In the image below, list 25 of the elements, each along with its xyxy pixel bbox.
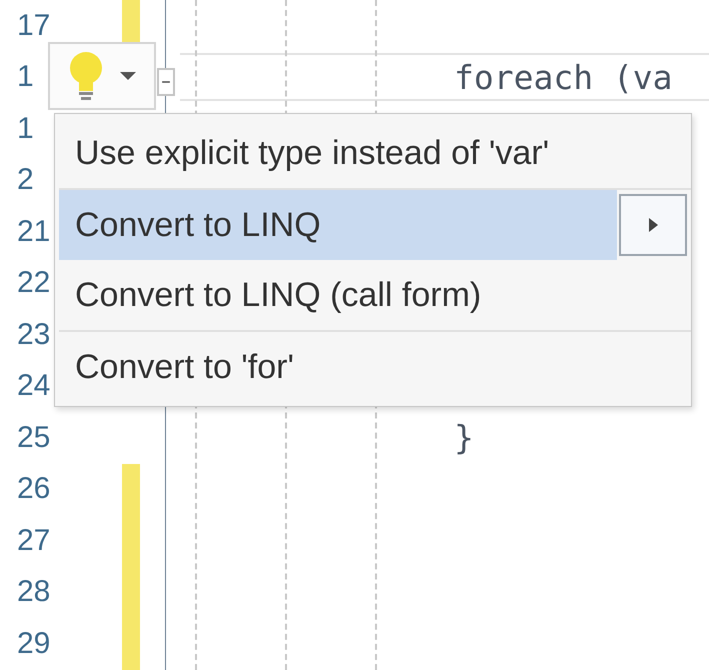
menu-item[interactable]: Convert to 'for' (59, 332, 687, 402)
line-number: 23 (16, 318, 52, 352)
line-number: 29 (16, 626, 52, 661)
code-text: foreach (va (454, 58, 673, 97)
lightbulb-icon (67, 51, 105, 101)
line-number: 27 (16, 524, 52, 558)
menu-item[interactable]: Use explicit type instead of 'var' (59, 118, 687, 188)
line-number: 17 (16, 8, 52, 43)
code-text: } (454, 418, 474, 458)
line-number: 2 (16, 163, 35, 198)
line-number: 28 (16, 575, 52, 610)
line-number: 1 (16, 112, 35, 146)
submenu-button[interactable] (619, 194, 687, 256)
line-number: 21 (16, 214, 52, 249)
caret-icon (119, 71, 137, 81)
line-number: 25 (16, 420, 52, 455)
line-number: 1 (16, 60, 35, 94)
quick-actions-button[interactable] (48, 42, 156, 110)
collapse-icon[interactable] (157, 68, 175, 96)
line-number: 24 (16, 369, 52, 404)
chevron-right-icon (647, 217, 659, 233)
menu-item[interactable]: Convert to LINQ (call form) (59, 260, 687, 330)
line-number: 26 (16, 472, 52, 506)
line-number: 22 (16, 266, 52, 300)
menu-item[interactable]: Convert to LINQ (59, 190, 617, 260)
